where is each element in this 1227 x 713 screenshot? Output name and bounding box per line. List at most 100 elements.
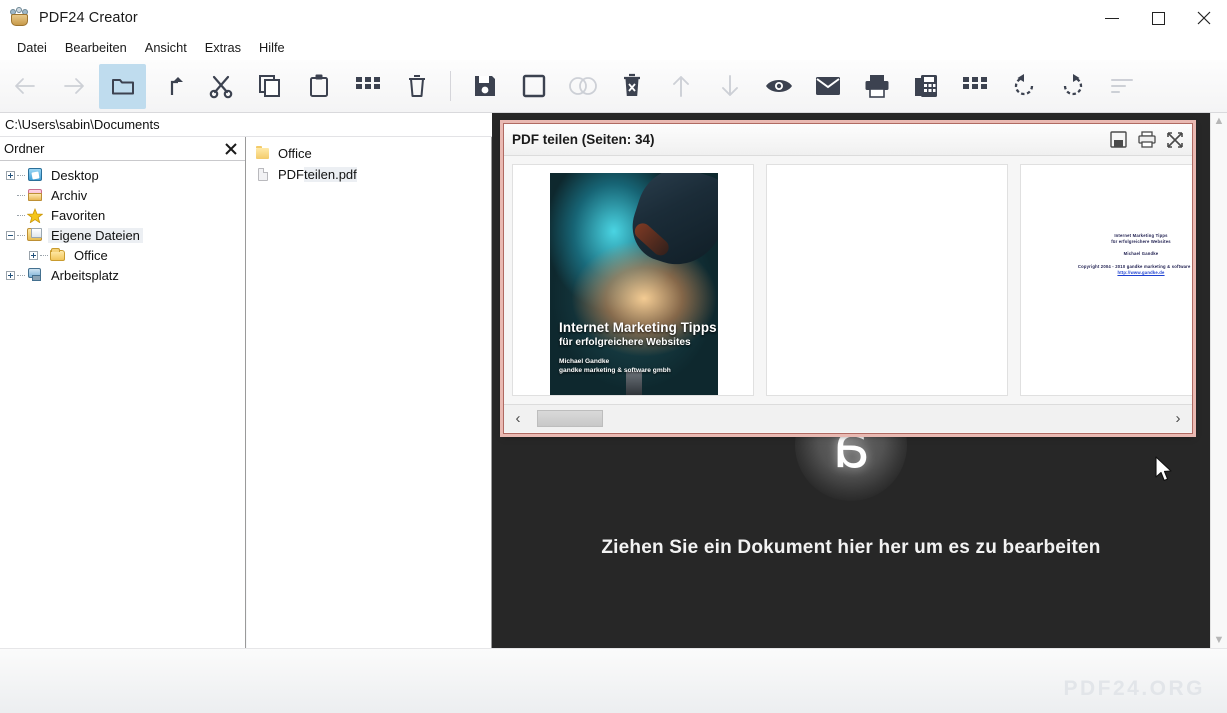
computer-icon [26,267,44,283]
grid-view-icon[interactable] [344,64,391,109]
window-controls [1089,0,1227,36]
cover-author: Michael Gandke [559,358,610,365]
minimize-button[interactable] [1089,0,1135,36]
save-icon[interactable] [1109,130,1128,149]
tree-item-label: Desktop [51,167,99,183]
window-title: PDF24 Creator [39,10,138,26]
expander-icon[interactable] [6,230,15,240]
cover-subtitle: für erfolgreichere Websites [559,337,691,348]
expander-icon[interactable] [6,170,15,180]
tree-item-arbeitsplatz[interactable]: Arbeitsplatz [0,265,245,285]
tree-item-eigene-dateien[interactable]: Eigene Dateien [0,225,245,245]
menu-bar: Datei Bearbeiten Ansicht Extras Hilfe [0,36,1227,60]
preview-title-bar: PDF teilen (Seiten: 34) [504,124,1192,156]
close-icon[interactable] [223,141,239,157]
workspace-vertical-scrollbar[interactable]: ▲ ▼ [1210,113,1227,648]
preview-eye-icon[interactable] [755,64,802,109]
forward-icon[interactable] [50,64,97,109]
my-documents-icon [26,227,44,243]
copy-icon[interactable] [246,64,293,109]
page-thumbnail[interactable]: Internet Marketing Tipps für erfolgreich… [512,164,754,396]
tree-item-favoriten[interactable]: Favoriten [0,205,245,225]
move-down-icon[interactable] [706,64,753,109]
tree-connector [17,194,25,196]
tree-item-office[interactable]: Office [0,245,245,265]
tree-item-desktop[interactable]: Desktop [0,165,245,185]
toolbar-separator [450,71,451,101]
tree-connector [17,214,25,216]
cut-icon[interactable] [197,64,244,109]
open-folder-icon[interactable] [99,63,146,109]
tree-item-label: Archiv [51,187,88,203]
cover-title: Internet Marketing Tipps [559,320,717,335]
title-bar: PDF24 Creator [0,0,1227,36]
file-list-panel: Office PDF teilen.pdf [247,137,492,648]
email-icon[interactable] [804,64,851,109]
chevron-right-icon[interactable]: › [1170,410,1186,427]
rotate-right-icon[interactable] [1049,64,1096,109]
archive-icon [26,187,44,203]
new-page-icon[interactable] [510,64,557,109]
fax-icon[interactable] [902,64,949,109]
tree-connector [40,254,48,256]
file-name-prefix: PDF [278,167,304,182]
cover-image: Internet Marketing Tipps für erfolgreich… [550,173,718,395]
paste-icon[interactable] [295,64,342,109]
sort-icon[interactable] [1098,64,1145,109]
menu-item-ansicht[interactable]: Ansicht [136,39,196,58]
chevron-up-icon[interactable]: ▲ [1214,116,1225,127]
mouse-pointer-icon [1155,456,1172,482]
menu-item-bearbeiten[interactable]: Bearbeiten [56,39,136,58]
chevron-left-icon[interactable]: ‹ [510,410,526,427]
tree-item-label: Favoriten [51,207,106,223]
tree-connector [17,234,25,236]
copyright-page-content: Internet Marketing Tipps für erfolgreich… [1021,165,1192,395]
maximize-button[interactable] [1135,0,1181,36]
file-name-highlight: teilen.pdf [304,167,357,182]
preview-thumbnail-strip[interactable]: Internet Marketing Tipps für erfolgreich… [504,156,1192,404]
print-icon[interactable] [1137,130,1156,149]
current-path: C:\Users\sabin\Documents [5,117,160,132]
preview-actions [1109,130,1184,149]
chevron-down-icon[interactable]: ▼ [1214,635,1225,646]
print-icon[interactable] [853,64,900,109]
delete-trash-icon[interactable] [393,64,440,109]
expander-icon[interactable] [29,250,38,260]
grid-pages-icon[interactable] [951,64,998,109]
preview-horizontal-scrollbar[interactable]: ‹ › [504,404,1192,432]
move-up-icon[interactable] [657,64,704,109]
pdf-preview-window: PDF teilen (Seiten: 34) Internet Marketi… [503,123,1193,434]
page-thumbnail[interactable] [766,164,1008,396]
tree-connector [17,174,25,176]
page-surface: Internet Marketing Tipps für erfolgreich… [513,165,753,395]
page-surface [767,165,1007,395]
merge-circles-icon[interactable] [559,64,606,109]
menu-item-datei[interactable]: Datei [8,39,56,58]
close-button[interactable] [1181,0,1227,36]
copyright-url[interactable]: http://www.gandke.de [1021,270,1192,276]
menu-item-hilfe[interactable]: Hilfe [250,39,294,58]
tree-item-archiv[interactable]: Archiv [0,185,245,205]
list-item[interactable]: PDF teilen.pdf [247,164,491,185]
menu-item-extras[interactable]: Extras [196,39,250,58]
scrollbar-thumb[interactable] [537,410,603,427]
save-floppy-icon[interactable] [461,64,508,109]
upload-icon[interactable] [148,64,195,109]
list-item[interactable]: Office [247,143,491,164]
status-bar: PDF24.ORG [0,648,1227,713]
globe-stand-graphic [626,371,642,395]
delete-page-icon[interactable] [608,64,655,109]
scrollbar-track[interactable] [529,410,1167,427]
back-icon[interactable] [1,64,48,109]
folder-panel-header: Ordner [0,137,245,161]
rotate-left-icon[interactable] [1000,64,1047,109]
page-thumbnail[interactable]: Internet Marketing Tipps für erfolgreich… [1020,164,1192,396]
folder-tree-list: Desktop Archiv Favoriten Eigene Dateien … [0,161,245,285]
path-bar[interactable]: C:\Users\sabin\Documents [0,113,492,137]
expander-icon[interactable] [6,270,15,280]
folder-icon [255,146,272,161]
folder-icon [49,247,67,263]
close-expand-icon[interactable] [1165,130,1184,149]
